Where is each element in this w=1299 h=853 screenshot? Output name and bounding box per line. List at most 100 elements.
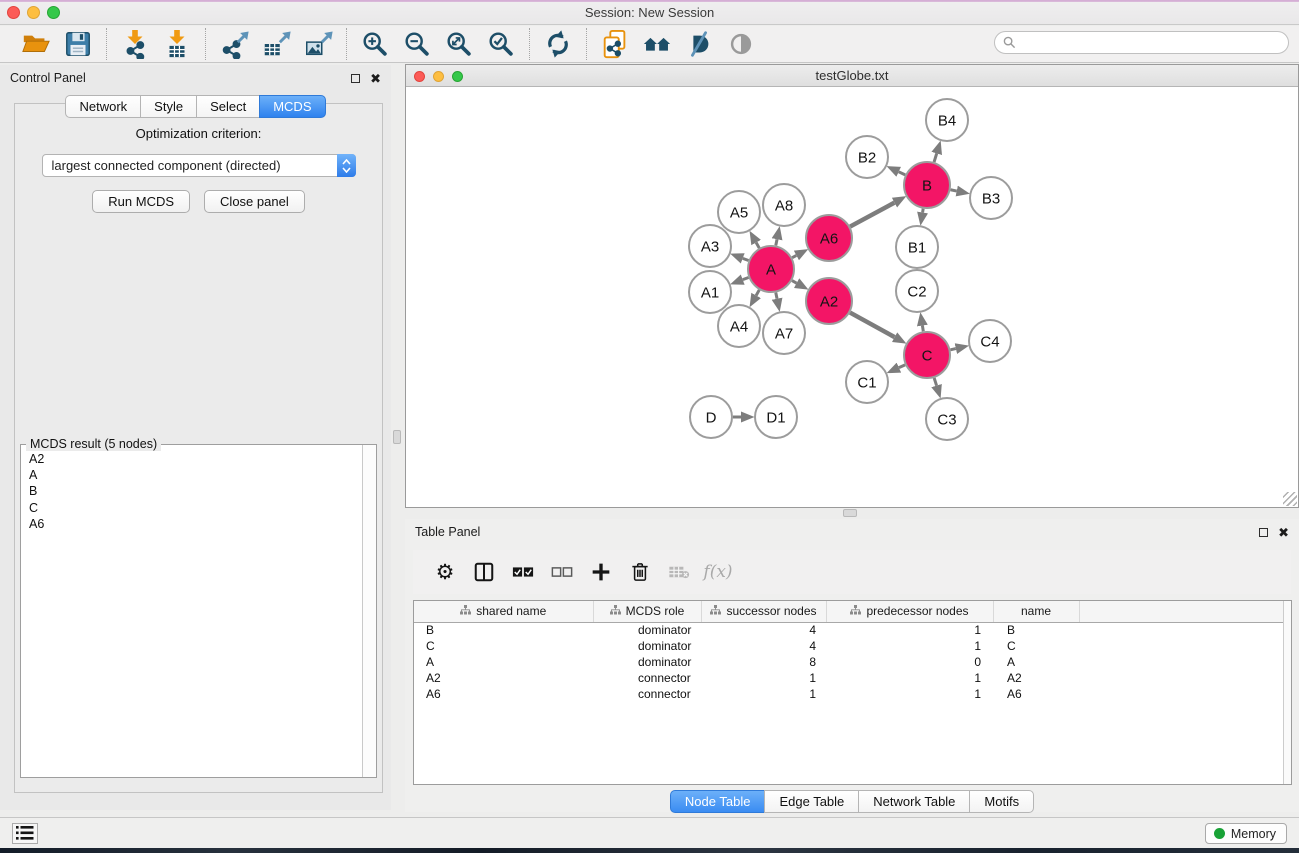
float-panel-icon[interactable] [351,74,360,83]
column-header-name[interactable]: name [993,601,1079,622]
table-row[interactable]: A2connector11A2 [414,670,1286,686]
cell[interactable]: 0 [826,654,993,670]
tab-select[interactable]: Select [196,95,259,118]
cell[interactable]: dominator [593,622,701,638]
export-image-icon[interactable] [300,28,336,60]
table-row[interactable]: Bdominator41B [414,622,1286,638]
delete-column-icon[interactable] [625,557,655,587]
cell[interactable]: connector [593,670,701,686]
cell[interactable]: 8 [701,654,826,670]
edge-A-A8[interactable] [776,239,777,245]
cell[interactable]: 1 [826,670,993,686]
table-scrollbar[interactable] [1283,601,1291,784]
table-close-panel-icon[interactable]: ✖ [1278,528,1289,537]
edge-A-A5[interactable] [756,243,759,249]
tab-network[interactable]: Network [65,95,140,118]
criterion-dropdown[interactable]: largest connected component (directed) [42,154,356,177]
cell[interactable]: A6 [993,686,1079,702]
horizontal-divider-grip[interactable] [843,509,857,517]
tab-network-table[interactable]: Network Table [858,790,969,813]
zoom-selected-icon[interactable] [483,28,519,60]
edge-A-A7[interactable] [776,293,777,299]
zoom-fit-icon[interactable] [441,28,477,60]
cell[interactable]: 4 [701,638,826,654]
hide-graphics-details-icon[interactable] [681,28,717,60]
cell[interactable]: B [993,622,1079,638]
network-zoom-button[interactable] [452,71,463,82]
close-window-button[interactable] [7,6,20,19]
import-network-icon[interactable] [117,28,153,60]
table-float-panel-icon[interactable] [1259,528,1268,537]
cell[interactable]: connector [593,686,701,702]
open-file-icon[interactable] [18,28,54,60]
edge-B-B2[interactable] [899,172,906,175]
cell[interactable]: dominator [593,638,701,654]
zoom-window-button[interactable] [47,6,60,19]
task-history-button[interactable] [12,823,38,844]
minimize-window-button[interactable] [27,6,40,19]
export-table-icon[interactable] [258,28,294,60]
cell[interactable]: 1 [701,670,826,686]
cell[interactable]: 1 [826,622,993,638]
result-scrollbar[interactable] [362,445,376,777]
tab-mcds[interactable]: MCDS [259,95,325,118]
column-layout-icon[interactable] [469,557,499,587]
cell[interactable]: A [414,654,593,670]
cell[interactable]: 4 [701,622,826,638]
edge-A-A4[interactable] [756,290,759,296]
column-header-MCDS-role[interactable]: MCDS role [593,601,701,622]
network-close-button[interactable] [414,71,425,82]
close-panel-button[interactable]: Close panel [204,190,305,213]
edge-B-B4[interactable] [934,153,937,162]
zoom-out-icon[interactable] [399,28,435,60]
cell[interactable]: A2 [993,670,1079,686]
export-network-icon[interactable] [216,28,252,60]
edge-A-A1[interactable] [743,277,749,279]
search-input[interactable] [1016,34,1288,52]
window-resize-grip[interactable] [1283,492,1297,506]
show-graphics-details-icon[interactable] [723,28,759,60]
network-minimize-button[interactable] [433,71,444,82]
cell[interactable]: C [993,638,1079,654]
import-table-icon[interactable] [159,28,195,60]
tab-edge-table[interactable]: Edge Table [764,790,858,813]
tab-motifs[interactable]: Motifs [969,790,1034,813]
column-header-shared-name[interactable]: shared name [414,601,593,622]
edge-C-C1[interactable] [899,365,905,368]
edge-B-B1[interactable] [923,209,924,213]
table-row[interactable]: Cdominator41C [414,638,1286,654]
run-mcds-button[interactable]: Run MCDS [92,190,190,213]
column-header-predecessor-nodes[interactable]: predecessor nodes [826,601,993,622]
table-settings-icon[interactable]: ⚙ [430,557,460,587]
cell[interactable]: 1 [826,686,993,702]
edge-A-A6[interactable] [792,255,796,257]
select-all-rows-icon[interactable] [508,557,538,587]
edge-B-B3[interactable] [951,190,957,191]
table-row[interactable]: Adominator80A [414,654,1286,670]
cell[interactable]: 1 [701,686,826,702]
memory-button[interactable]: Memory [1205,823,1287,844]
edge-C-C3[interactable] [934,378,936,386]
show-all-icon[interactable] [639,28,675,60]
cell[interactable]: B [414,622,593,638]
tab-node-table[interactable]: Node Table [670,790,765,813]
cell[interactable]: C [414,638,593,654]
clone-network-icon[interactable] [597,28,633,60]
add-column-icon[interactable] [586,557,616,587]
save-session-icon[interactable] [60,28,96,60]
edge-A-A2[interactable] [792,281,797,284]
tab-style[interactable]: Style [140,95,196,118]
refresh-icon[interactable] [540,28,576,60]
zoom-in-icon[interactable] [357,28,393,60]
column-header-successor-nodes[interactable]: successor nodes [701,601,826,622]
cell[interactable]: 1 [826,638,993,654]
deselect-all-rows-icon[interactable] [547,557,577,587]
table-row[interactable]: A6connector11A6 [414,686,1286,702]
vertical-divider-grip[interactable] [393,430,401,444]
edge-A6-B[interactable] [850,203,894,227]
edge-A2-C[interactable] [850,313,895,338]
edge-C-C4[interactable] [950,349,955,350]
cell[interactable]: A6 [414,686,593,702]
cell[interactable]: A2 [414,670,593,686]
network-canvas[interactable]: AA6A2BCA1A3A4A5A7A8B1B2B3B4C1C2C3C4DD1 [406,87,1298,507]
